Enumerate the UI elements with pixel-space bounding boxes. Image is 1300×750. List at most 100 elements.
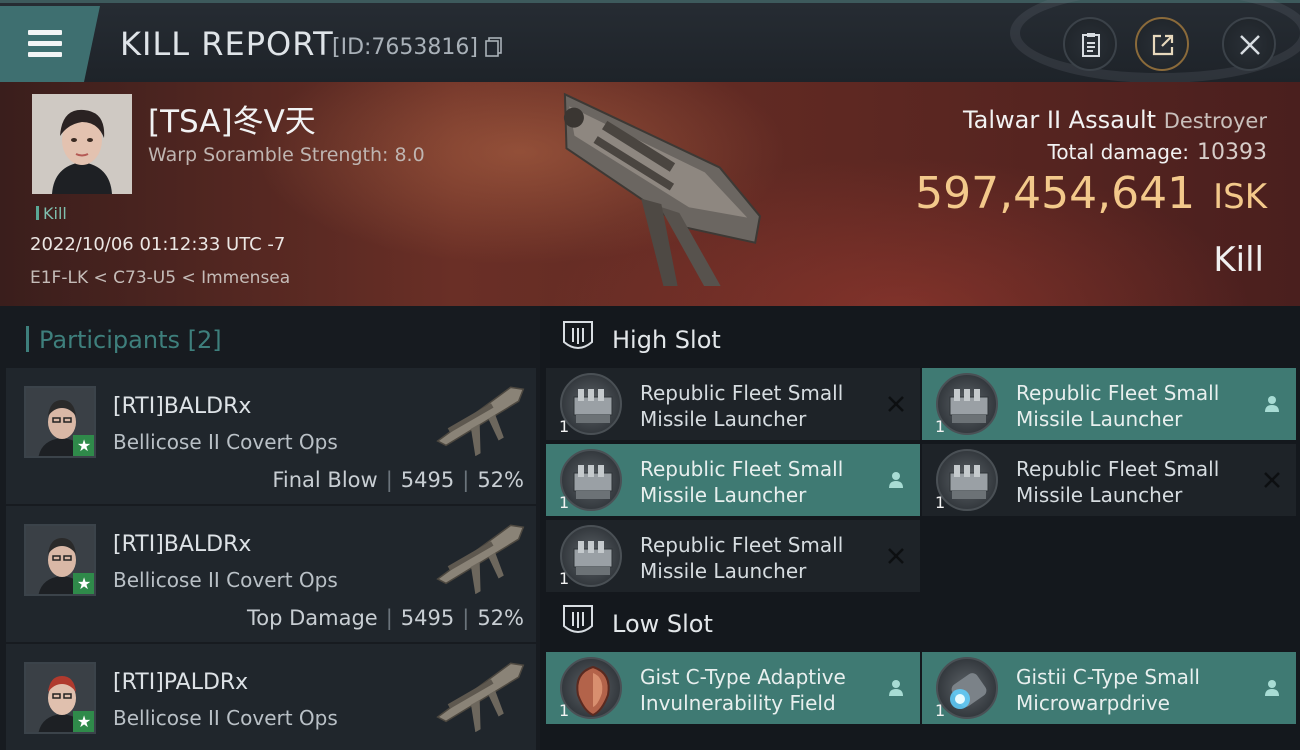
isk-unit: ISK bbox=[1213, 177, 1267, 217]
avatar[interactable]: ★ bbox=[24, 386, 96, 458]
kill-tag: Kill bbox=[36, 204, 67, 223]
share-icon bbox=[1152, 34, 1174, 56]
isk-amount: 597,454,641 bbox=[915, 168, 1196, 219]
page-title: KILL REPORT bbox=[120, 25, 334, 63]
total-damage-label: Total damage: bbox=[1047, 140, 1190, 164]
destroyed-icon bbox=[888, 396, 904, 412]
victim-ship-image bbox=[563, 92, 762, 286]
item-name: Republic Fleet Small Missile Launcher bbox=[1016, 456, 1219, 508]
item-quantity: 1 bbox=[559, 417, 570, 436]
item-name: Republic Fleet Small Missile Launcher bbox=[640, 380, 843, 432]
kill-type: Kill bbox=[1213, 240, 1264, 280]
item-icon bbox=[560, 449, 622, 511]
victim-name[interactable]: [TSA]冬V天 bbox=[148, 96, 316, 141]
copy-icon[interactable] bbox=[485, 37, 503, 57]
item-name-line1: Gist C-Type Adaptive bbox=[640, 665, 846, 689]
item-name: Gistii C-Type Small Microwarpdrive bbox=[1016, 664, 1200, 716]
item-icon bbox=[936, 657, 998, 719]
avatar[interactable]: ★ bbox=[24, 524, 96, 596]
item-icon bbox=[936, 373, 998, 435]
menu-button[interactable] bbox=[0, 6, 100, 82]
low-slot-label: Low Slot bbox=[612, 610, 713, 638]
share-button[interactable] bbox=[1135, 17, 1189, 71]
participant-ship: Bellicose II Covert Ops bbox=[113, 706, 338, 730]
participant-ship: Bellicose II Covert Ops bbox=[113, 568, 338, 592]
item-quantity: 1 bbox=[559, 493, 570, 512]
fitting-item[interactable]: 1 Gistii C-Type Small Microwarpdrive bbox=[922, 652, 1296, 724]
victim-ship[interactable]: Talwar II Assault Destroyer bbox=[963, 106, 1267, 134]
participant-ship-image bbox=[436, 524, 525, 594]
participant-row[interactable]: ★ [RTI]PALDRx Bellicose II Covert Ops bbox=[6, 644, 536, 750]
participant-percent: 52% bbox=[477, 606, 524, 630]
participant-damage: 5495 bbox=[400, 606, 455, 630]
kill-tag-label: Kill bbox=[43, 204, 67, 223]
participants-title: Participants [2] bbox=[26, 326, 222, 354]
high-slot-header: High Slot bbox=[544, 306, 1300, 368]
close-button[interactable] bbox=[1222, 17, 1276, 71]
high-slot-label: High Slot bbox=[612, 326, 721, 354]
dropped-icon bbox=[889, 472, 903, 488]
fitting-item[interactable]: 1 Republic Fleet Small Missile Launcher bbox=[922, 368, 1296, 440]
item-quantity: 1 bbox=[935, 701, 946, 720]
participant-role: Top Damage bbox=[246, 606, 378, 630]
victim-portrait[interactable] bbox=[32, 94, 132, 194]
participant-ship-image bbox=[436, 662, 525, 732]
participant-percent: 52% bbox=[477, 468, 524, 492]
star-icon: ★ bbox=[73, 435, 94, 456]
item-quantity: 1 bbox=[935, 493, 946, 512]
fitting-item[interactable]: 1 Republic Fleet Small Missile Launcher bbox=[546, 368, 920, 440]
participant-ship-image bbox=[436, 386, 525, 456]
participant-name[interactable]: [RTI]BALDRx bbox=[113, 394, 251, 419]
kill-location[interactable]: E1F-LK < C73-U5 < Immensea bbox=[30, 268, 290, 288]
clipboard-icon bbox=[1082, 33, 1100, 57]
item-name-line1: Republic Fleet Small bbox=[1016, 381, 1220, 405]
kill-datetime: 2022/10/06 01:12:33 UTC -7 bbox=[30, 234, 286, 255]
participant-row[interactable]: ★ [RTI]BALDRx Bellicose II Covert Ops To… bbox=[6, 506, 536, 642]
header-bar: KILL REPORT [ID:7653816] bbox=[0, 0, 1300, 83]
dropped-icon bbox=[889, 680, 903, 696]
participants-panel: Participants [2] ★ [RTI]BALDRx Bellicose… bbox=[0, 306, 540, 750]
warp-scramble-strength: Warp Soramble Strength: 8.0 bbox=[148, 144, 425, 166]
slot-icon bbox=[563, 605, 593, 633]
item-icon bbox=[560, 525, 622, 587]
item-name: Gist C-Type Adaptive Invulnerability Fie… bbox=[640, 664, 846, 716]
kill-id-text: [ID:7653816] bbox=[332, 35, 478, 60]
item-quantity: 1 bbox=[935, 417, 946, 436]
participant-stats: Top Damage | 5495 | 52% bbox=[246, 606, 524, 630]
item-name-line2: Missile Launcher bbox=[1016, 483, 1183, 507]
clipboard-button[interactable] bbox=[1063, 17, 1117, 71]
participant-row[interactable]: ★ [RTI]BALDRx Bellicose II Covert Ops Fi… bbox=[6, 368, 536, 504]
item-name-line1: Republic Fleet Small bbox=[640, 457, 844, 481]
item-quantity: 1 bbox=[559, 701, 570, 720]
item-name-line2: Missile Launcher bbox=[640, 407, 807, 431]
slot-icon bbox=[563, 321, 593, 349]
fitting-item[interactable]: 1 Republic Fleet Small Missile Launcher bbox=[922, 444, 1296, 516]
participants-title-label: Participants bbox=[39, 326, 180, 354]
item-name-line2: Missile Launcher bbox=[640, 559, 807, 583]
low-slot-header: Low Slot bbox=[544, 590, 1300, 652]
fitting-item[interactable]: 1 Republic Fleet Small Missile Launcher bbox=[546, 520, 920, 592]
destroyed-icon bbox=[888, 548, 904, 564]
star-icon: ★ bbox=[73, 573, 94, 594]
fitting-panel: High Slot 1 Republic Fleet Small Missile… bbox=[544, 306, 1300, 750]
participant-role: Final Blow bbox=[272, 468, 378, 492]
item-name-line2: Missile Launcher bbox=[1016, 407, 1183, 431]
victim-ship-class: Destroyer bbox=[1163, 109, 1267, 133]
item-name-line1: Republic Fleet Small bbox=[640, 381, 844, 405]
isk-value: 597,454,641 ISK bbox=[915, 168, 1267, 219]
total-damage-value: 10393 bbox=[1197, 140, 1267, 165]
item-name-line1: Republic Fleet Small bbox=[1016, 457, 1220, 481]
participant-name[interactable]: [RTI]BALDRx bbox=[113, 532, 251, 557]
item-quantity: 1 bbox=[559, 569, 570, 588]
item-name-line2: Invulnerability Field bbox=[640, 691, 836, 715]
participant-damage: 5495 bbox=[400, 468, 455, 492]
avatar[interactable]: ★ bbox=[24, 662, 96, 734]
participant-name[interactable]: [RTI]PALDRx bbox=[113, 670, 248, 695]
fitting-item[interactable]: 1 Republic Fleet Small Missile Launcher bbox=[546, 444, 920, 516]
star-icon: ★ bbox=[73, 711, 94, 732]
item-name-line2: Missile Launcher bbox=[640, 483, 807, 507]
fitting-item[interactable]: 1 Gist C-Type Adaptive Invulnerability F… bbox=[546, 652, 920, 724]
close-icon bbox=[1240, 35, 1260, 55]
item-icon bbox=[936, 449, 998, 511]
item-name-line1: Gistii C-Type Small bbox=[1016, 665, 1200, 689]
